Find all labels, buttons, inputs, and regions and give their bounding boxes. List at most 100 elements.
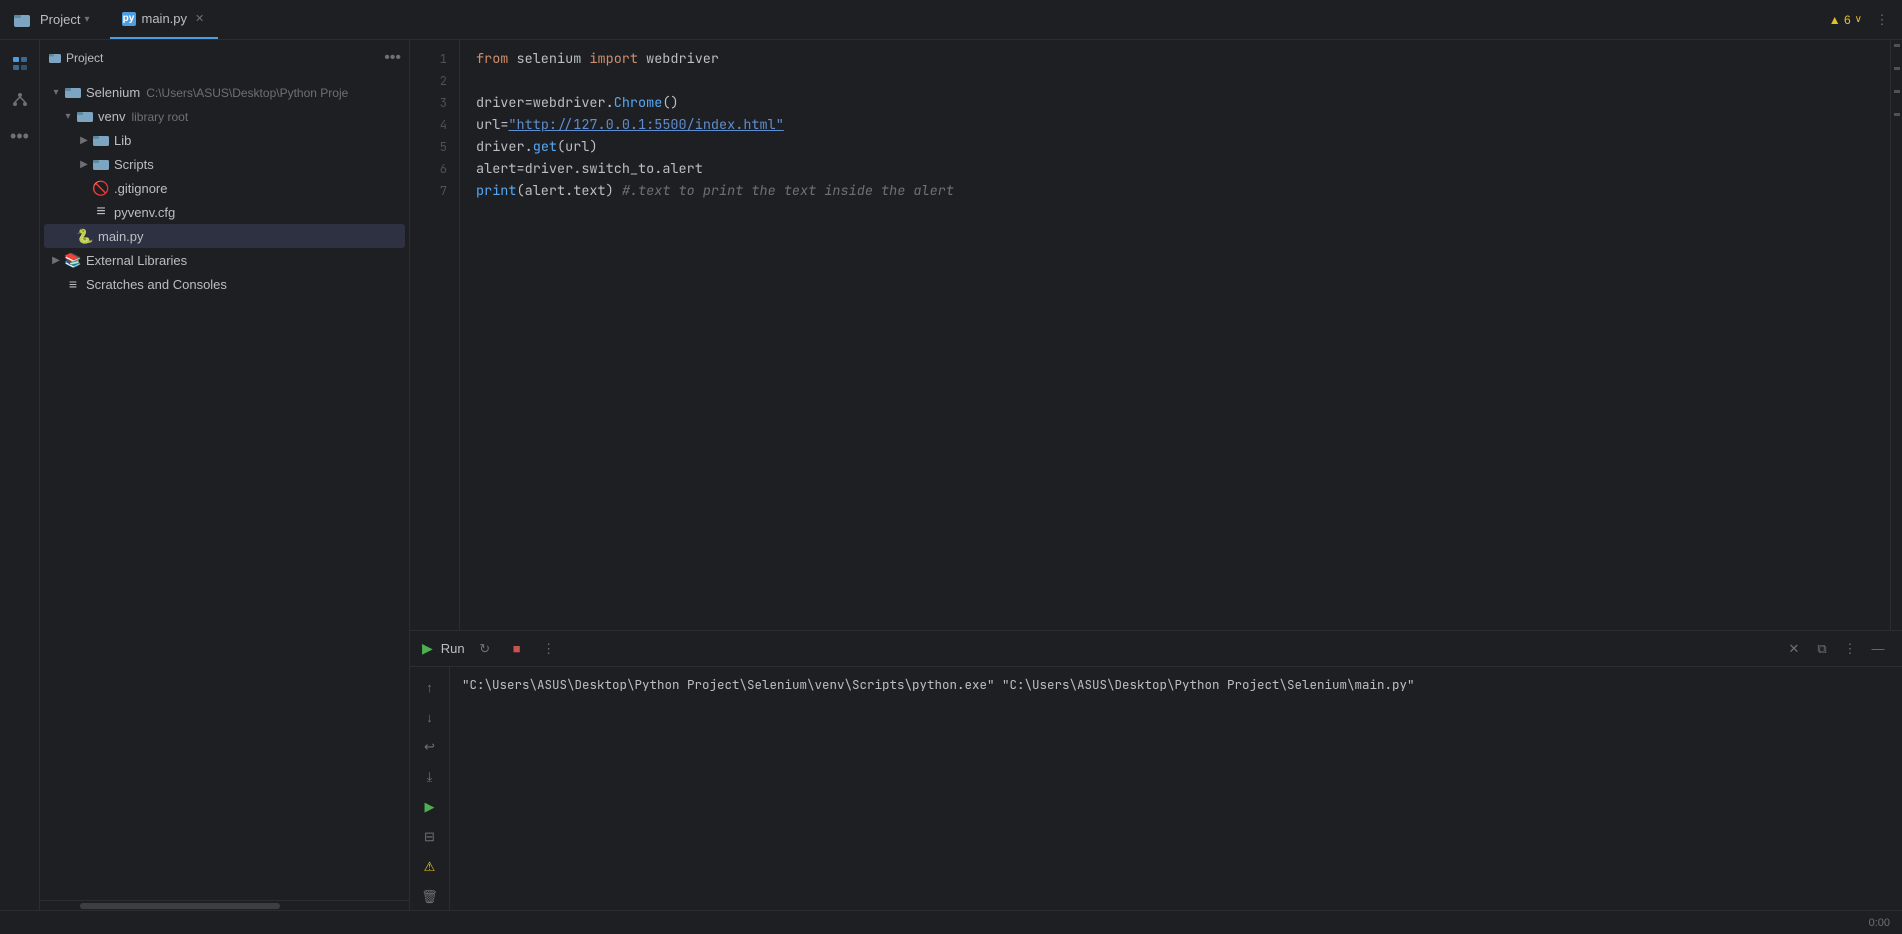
bottom-panel-content: ↑ ↓ ↩ ⤓ ▶ ⊟ ⚠ 🗑 "C:\Users\ASUS\Desktop\P…	[410, 667, 1902, 910]
external-libs-icon: 📚	[64, 251, 82, 269]
venv-folder-icon	[76, 107, 94, 125]
lib-arrow-icon: ▶	[76, 132, 92, 148]
line-numbers-gutter: 1 2 3 4 5 6 7	[410, 40, 460, 630]
line-num-7: 7	[410, 180, 459, 202]
project-panel: Project ••• ▾ SeleniumC:\Users\ASUS\Desk…	[40, 40, 410, 910]
main-content: ••• Project ••• ▾ Selen	[0, 40, 1902, 910]
tree-item-lib[interactable]: ▶ Lib	[44, 128, 405, 152]
project-panel-more-button[interactable]: •••	[384, 49, 401, 67]
code-line-4: url="http://127.0.0.1:5500/index.html"	[476, 114, 1874, 136]
python-tab-icon: py	[122, 12, 136, 26]
tree-item-mainpy[interactable]: ▶ 🐍 main.py	[44, 224, 405, 248]
tree-item-scripts[interactable]: ▶ Scripts	[44, 152, 405, 176]
project-title[interactable]: Project ▾	[40, 12, 90, 27]
mainpy-label: main.py	[98, 229, 144, 244]
top-bar: Project ▾ py main.py ✕ ▲ 6 ∨ ⋮	[0, 0, 1902, 40]
scroll-up-icon[interactable]: ↑	[418, 675, 442, 699]
scratches-label: Scratches and Consoles	[86, 277, 227, 292]
clear-output-icon[interactable]: 🗑	[418, 885, 442, 909]
line-num-2: 2	[410, 70, 459, 92]
cfg-icon: ≡	[92, 203, 110, 221]
bottom-panel-header: ▶ Run ↻ ■ ⋮ ✕ ⧉ ⋮ —	[410, 631, 1902, 667]
panel-right-icons: ✕ ⧉ ⋮ —	[1782, 637, 1890, 661]
project-panel-title: Project	[66, 51, 103, 65]
tree-scroll-thumb[interactable]	[80, 903, 280, 909]
scrollbar-mark-2	[1894, 67, 1900, 70]
status-time: 0:00	[1869, 917, 1890, 929]
rerun-button[interactable]: ↻	[473, 637, 497, 661]
project-label: Project	[40, 12, 80, 27]
mainpy-icon: 🐍	[76, 227, 94, 245]
close-panel-button[interactable]: ✕	[1782, 637, 1806, 661]
line-num-5: 5	[410, 136, 459, 158]
top-bar-right: ▲ 6 ∨ ⋮	[1829, 8, 1894, 32]
tree-horizontal-scrollbar[interactable]	[40, 900, 409, 910]
external-libs-label: External Libraries	[86, 253, 187, 268]
project-tree-icon[interactable]	[4, 48, 36, 80]
gitignore-label: .gitignore	[114, 181, 167, 196]
scroll-end-icon[interactable]: ⤓	[418, 765, 442, 789]
tab-main-py[interactable]: py main.py ✕	[110, 0, 219, 39]
run-again-icon[interactable]: ▶	[418, 795, 442, 819]
code-line-7: print(alert.text) #.text to print the te…	[476, 180, 1874, 202]
tree-item-gitignore[interactable]: ▶ 🚫 .gitignore	[44, 176, 405, 200]
tab-bar: py main.py ✕	[110, 0, 1829, 39]
tree-item-selenium[interactable]: ▾ SeleniumC:\Users\ASUS\Desktop\Python P…	[44, 80, 405, 104]
lib-folder-icon	[92, 131, 110, 149]
scripts-label: Scripts	[114, 157, 154, 172]
project-folder-icon	[8, 6, 36, 34]
scrollbar-mark-1	[1894, 44, 1900, 47]
print-icon[interactable]: ⊟	[418, 825, 442, 849]
run-panel-more-button[interactable]: ⋮	[537, 637, 561, 661]
chevron-icon: ▾	[84, 14, 89, 25]
editor-area: 1 2 3 4 5 6 7 from selenium import webdr…	[410, 40, 1902, 910]
scratches-icon: ≡	[64, 275, 82, 293]
line-num-4: 4	[410, 114, 459, 136]
split-panel-button[interactable]: ⧉	[1810, 637, 1834, 661]
selenium-folder-icon	[64, 83, 82, 101]
code-line-1: from selenium import webdriver	[476, 48, 1874, 70]
venv-label: venvlibrary root	[98, 109, 188, 124]
top-more-button[interactable]: ⋮	[1870, 8, 1894, 32]
project-tree: ▾ SeleniumC:\Users\ASUS\Desktop\Python P…	[40, 76, 409, 900]
code-line-5: driver.get(url)	[476, 136, 1874, 158]
terminal-output[interactable]: "C:\Users\ASUS\Desktop\Python Project\Se…	[450, 667, 1902, 910]
status-bar: 0:00	[0, 910, 1902, 934]
line-num-3: 3	[410, 92, 459, 114]
tree-item-pyvenv[interactable]: ▶ ≡ pyvenv.cfg	[44, 200, 405, 224]
line-num-6: 6	[410, 158, 459, 180]
run-tab-icon: ▶	[422, 640, 433, 657]
soft-wrap-icon[interactable]: ↩	[418, 735, 442, 759]
warning-icon[interactable]: ⚠	[418, 855, 442, 879]
more-panel-button[interactable]: ⋮	[1838, 637, 1862, 661]
minimize-panel-button[interactable]: —	[1866, 637, 1890, 661]
external-libs-arrow-icon: ▶	[48, 252, 64, 268]
line-num-1: 1	[410, 48, 459, 70]
run-tab-label[interactable]: Run	[441, 641, 465, 656]
scrollbar-mark-4	[1894, 113, 1900, 116]
gitignore-icon: 🚫	[92, 179, 110, 197]
scrollbar-mark-3	[1894, 90, 1900, 93]
scripts-folder-icon	[92, 155, 110, 173]
bottom-panel: ▶ Run ↻ ■ ⋮ ✕ ⧉ ⋮ — ↑ ↓ ↩ ⤓	[410, 630, 1902, 910]
stop-button[interactable]: ■	[505, 637, 529, 661]
structure-icon[interactable]	[4, 84, 36, 116]
project-panel-header: Project •••	[40, 40, 409, 76]
tab-close-button[interactable]: ✕	[193, 11, 206, 26]
editor-right-scrollbar[interactable]	[1890, 40, 1902, 630]
tree-item-venv[interactable]: ▾ venvlibrary root	[44, 104, 405, 128]
chevron-down-icon: ∨	[1855, 14, 1862, 25]
folder-header-icon	[48, 51, 62, 65]
tree-item-scratches[interactable]: ▶ ≡ Scratches and Consoles	[44, 272, 405, 296]
tree-item-external-libs[interactable]: ▶ 📚 External Libraries	[44, 248, 405, 272]
left-icon-bar: •••	[0, 40, 40, 910]
warning-badge[interactable]: ▲ 6 ∨	[1829, 13, 1862, 27]
terminal-line-1: "C:\Users\ASUS\Desktop\Python Project\Se…	[462, 675, 1890, 695]
editor-content[interactable]: 1 2 3 4 5 6 7 from selenium import webdr…	[410, 40, 1902, 630]
more-tools-icon[interactable]: •••	[4, 120, 36, 152]
scroll-down-icon[interactable]: ↓	[418, 705, 442, 729]
code-editor[interactable]: from selenium import webdriver driver=we…	[460, 40, 1890, 630]
terminal-left-icons: ↑ ↓ ↩ ⤓ ▶ ⊟ ⚠ 🗑	[410, 667, 450, 910]
warning-count: ▲ 6	[1829, 13, 1851, 27]
code-line-2	[476, 70, 1874, 92]
